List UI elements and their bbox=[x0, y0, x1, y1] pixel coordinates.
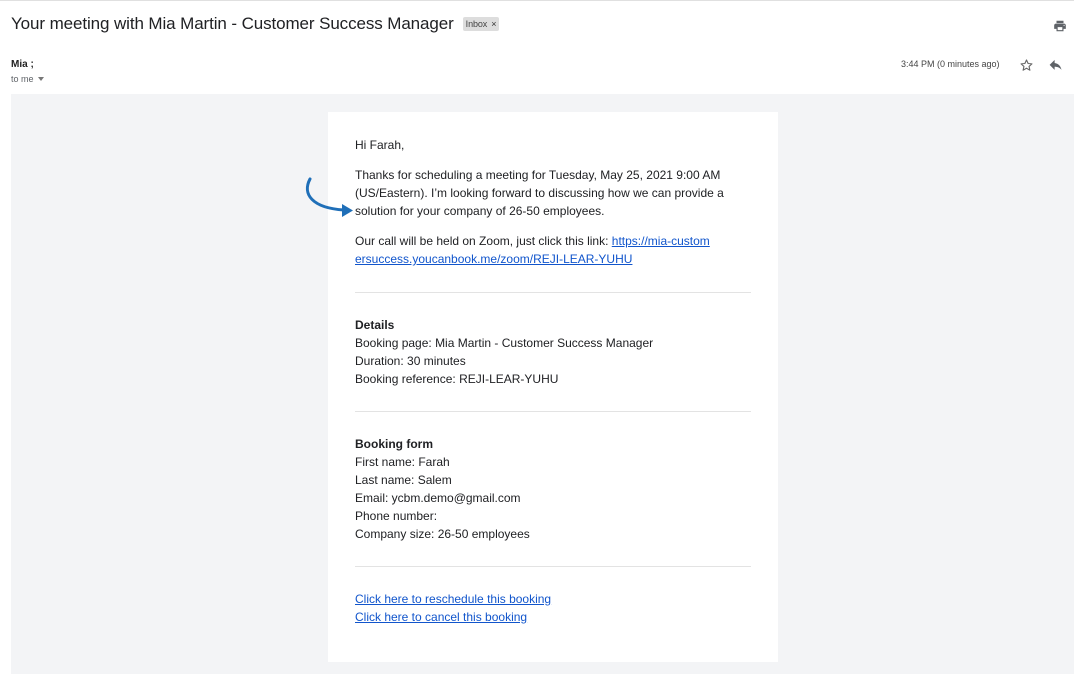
phone-text: Phone number: bbox=[355, 509, 438, 523]
booking-reference-text: Booking reference: REJI-LEAR-YUHU bbox=[355, 372, 559, 386]
last-name-text: Last name: Salem bbox=[355, 473, 452, 487]
email-text: Email: ycbm.demo@gmail.com bbox=[355, 491, 521, 505]
booking-page-text: Booking page: Mia Martin - Customer Succ… bbox=[355, 336, 654, 350]
booking-form-section: Booking form First name: Farah Last name… bbox=[355, 435, 755, 543]
intro-paragraph: Thanks for scheduling a meeting for Tues… bbox=[355, 168, 724, 218]
annotation-arrow-icon bbox=[305, 177, 353, 217]
details-heading: Details bbox=[355, 318, 395, 332]
greeting-text: Hi Farah, bbox=[355, 138, 405, 152]
message-timestamp: 3:44 PM (0 minutes ago) bbox=[901, 59, 1000, 69]
email-content: Hi Farah, Thanks for scheduling a meetin… bbox=[355, 136, 755, 626]
star-icon[interactable] bbox=[1019, 58, 1034, 73]
divider bbox=[355, 292, 751, 293]
cancel-link[interactable]: Click here to cancel this booking bbox=[355, 610, 527, 624]
duration-text: Duration: 30 minutes bbox=[355, 354, 466, 368]
subject-text: Your meeting with Mia Martin - Customer … bbox=[11, 14, 454, 33]
sender-name[interactable]: Mia ; bbox=[11, 59, 34, 70]
reply-icon[interactable] bbox=[1049, 59, 1064, 72]
divider bbox=[355, 566, 751, 567]
booking-actions: Click here to reschedule this booking Cl… bbox=[355, 590, 755, 626]
divider bbox=[355, 411, 751, 412]
recipient-text: to me bbox=[11, 74, 34, 84]
reschedule-link[interactable]: Click here to reschedule this booking bbox=[355, 592, 551, 606]
booking-form-heading: Booking form bbox=[355, 437, 433, 451]
details-section: Details Booking page: Mia Martin - Custo… bbox=[355, 316, 755, 388]
top-divider bbox=[0, 0, 1074, 1]
print-icon[interactable] bbox=[1053, 19, 1067, 33]
recipient-details[interactable]: to me bbox=[11, 74, 44, 84]
badge-label: Inbox bbox=[465, 19, 488, 29]
call-paragraph: Our call will be held on Zoom, just clic… bbox=[355, 232, 715, 268]
inbox-label-badge[interactable]: Inbox × bbox=[462, 17, 500, 31]
email-subject: Your meeting with Mia Martin - Customer … bbox=[11, 14, 500, 34]
remove-label-icon[interactable]: × bbox=[491, 19, 496, 29]
company-size-text: Company size: 26-50 employees bbox=[355, 527, 530, 541]
chevron-down-icon[interactable] bbox=[37, 77, 44, 81]
call-text: Our call will be held on Zoom, just clic… bbox=[355, 234, 612, 248]
first-name-text: First name: Farah bbox=[355, 455, 450, 469]
